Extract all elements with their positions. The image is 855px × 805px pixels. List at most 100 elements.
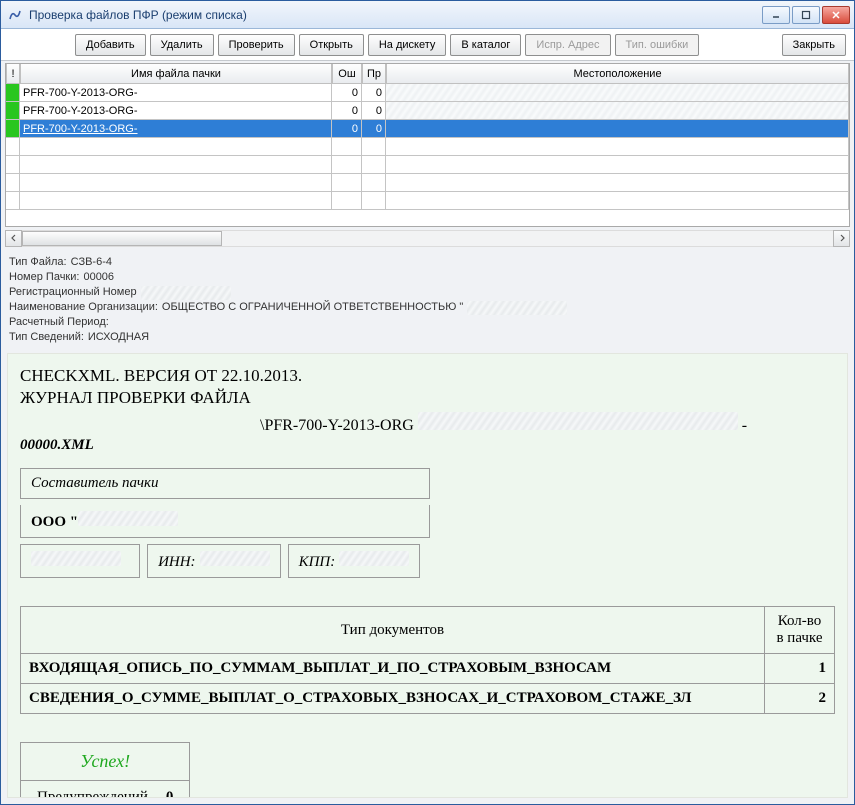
- table-row[interactable]: PFR-700-Y-2013-ORG-00: [6, 102, 849, 120]
- grid-header: ! Имя файла пачки Ош Пр Местоположение: [6, 64, 849, 84]
- row-location: [386, 156, 849, 173]
- doc-name: ВХОДЯЩАЯ_ОПИСЬ_ПО_СУММАМ_ВЫПЛАТ_И_ПО_СТР…: [21, 654, 765, 684]
- table-row: СВЕДЕНИЯ_О_СУММЕ_ВЫПЛАТ_О_СТРАХОВЫХ_ВЗНО…: [21, 684, 835, 714]
- report-title: CHECKXML. ВЕРСИЯ ОТ 22.10.2013.: [20, 366, 835, 386]
- toolbar: Добавить Удалить Проверить Открыть На ди…: [1, 29, 854, 61]
- grid-body: PFR-700-Y-2013-ORG-00PFR-700-Y-2013-ORG-…: [6, 84, 849, 226]
- report-subtitle: ЖУРНАЛ ПРОВЕРКИ ФАЙЛА: [20, 388, 835, 408]
- close-button[interactable]: Закрыть: [782, 34, 846, 56]
- row-errors: [332, 138, 362, 155]
- check-report: CHECKXML. ВЕРСИЯ ОТ 22.10.2013. ЖУРНАЛ П…: [7, 353, 848, 798]
- delete-button[interactable]: Удалить: [150, 34, 214, 56]
- file-type-label: Тип Файла:: [9, 255, 67, 270]
- table-row: [6, 192, 849, 210]
- row-location: [386, 174, 849, 191]
- count-header: Кол-во в пачке: [765, 607, 835, 654]
- redacted-box-1: [20, 544, 140, 578]
- app-icon: [7, 7, 23, 23]
- row-marker: [6, 138, 20, 155]
- row-location: [386, 102, 849, 119]
- row-location: [386, 138, 849, 155]
- row-warnings: [362, 192, 386, 209]
- row-filename: [20, 174, 332, 191]
- redacted-compiler: [78, 511, 178, 526]
- row-warnings: [362, 138, 386, 155]
- row-marker: [6, 102, 20, 119]
- kpp-box: КПП:: [288, 544, 421, 578]
- row-filename: [20, 156, 332, 173]
- redacted-kpp: [339, 551, 409, 566]
- info-type-label: Тип Сведений:: [9, 330, 84, 345]
- period-label: Расчетный Период:: [9, 315, 109, 330]
- row-errors: [332, 156, 362, 173]
- app-window: Проверка файлов ПФР (режим списка) Добав…: [0, 0, 855, 805]
- table-row: ВХОДЯЩАЯ_ОПИСЬ_ПО_СУММАМ_ВЫПЛАТ_И_ПО_СТР…: [21, 654, 835, 684]
- col-marker[interactable]: !: [6, 64, 20, 84]
- row-warnings: [362, 174, 386, 191]
- col-warnings[interactable]: Пр: [362, 64, 386, 84]
- file-metadata: Тип Файла: СЗВ-6-4 Номер Пачки: 00006 Ре…: [9, 255, 846, 345]
- row-marker: [6, 120, 20, 137]
- row-marker: [6, 192, 20, 209]
- scroll-right-icon[interactable]: [833, 230, 850, 247]
- row-warnings: 0: [362, 102, 386, 119]
- warnings-box: Предупреждений 0: [20, 781, 190, 798]
- scroll-thumb[interactable]: [22, 231, 222, 246]
- row-location: [386, 120, 849, 137]
- redacted-regno: [141, 286, 231, 300]
- compiler-name-box: ООО ": [20, 505, 430, 538]
- titlebar: Проверка файлов ПФР (режим списка): [1, 1, 854, 29]
- row-filename: PFR-700-Y-2013-ORG-: [20, 84, 332, 101]
- file-grid: ! Имя файла пачки Ош Пр Местоположение P…: [5, 63, 850, 227]
- col-filename[interactable]: Имя файла пачки: [20, 64, 332, 84]
- redacted-org: [467, 301, 567, 315]
- row-marker: [6, 156, 20, 173]
- row-errors: [332, 192, 362, 209]
- info-type-value: ИСХОДНАЯ: [88, 330, 149, 345]
- doc-count: 1: [765, 654, 835, 684]
- org-label: Наименование Организации:: [9, 300, 158, 315]
- catalog-button[interactable]: В каталог: [450, 34, 521, 56]
- row-filename: [20, 138, 332, 155]
- table-row[interactable]: PFR-700-Y-2013-ORG-00: [6, 84, 849, 102]
- row-filename: [20, 192, 332, 209]
- maximize-button[interactable]: [792, 6, 820, 24]
- col-errors[interactable]: Ош: [332, 64, 362, 84]
- col-location[interactable]: Местоположение: [386, 64, 849, 84]
- scroll-track[interactable]: [22, 230, 833, 247]
- close-window-button[interactable]: [822, 6, 850, 24]
- fix-address-button: Испр. Адрес: [525, 34, 610, 56]
- org-value: ОБЩЕСТВО С ОГРАНИЧЕННОЙ ОТВЕТСТВЕННОСТЬЮ…: [162, 300, 463, 315]
- grid-h-scrollbar[interactable]: [5, 229, 850, 247]
- success-badge: Успех!: [20, 742, 190, 781]
- row-warnings: 0: [362, 84, 386, 101]
- row-errors: 0: [332, 84, 362, 101]
- pack-no-value: 00006: [83, 270, 114, 285]
- redacted-path: [418, 412, 738, 430]
- minimize-button[interactable]: [762, 6, 790, 24]
- file-type-value: СЗВ-6-4: [71, 255, 112, 270]
- status-block: Успех! Предупреждений 0: [20, 742, 835, 798]
- doc-count: 2: [765, 684, 835, 714]
- open-button[interactable]: Открыть: [299, 34, 364, 56]
- table-row: [6, 138, 849, 156]
- window-title: Проверка файлов ПФР (режим списка): [29, 8, 762, 22]
- report-filepath: \PFR-700-Y-2013-ORG: [260, 417, 414, 435]
- row-errors: 0: [332, 102, 362, 119]
- redacted-inn: [200, 551, 270, 566]
- reg-no-label: Регистрационный Номер: [9, 285, 137, 300]
- row-location: [386, 84, 849, 101]
- row-location: [386, 192, 849, 209]
- table-row[interactable]: PFR-700-Y-2013-ORG-00: [6, 120, 849, 138]
- check-button[interactable]: Проверить: [218, 34, 295, 56]
- row-errors: [332, 174, 362, 191]
- floppy-button[interactable]: На дискету: [368, 34, 447, 56]
- compiler-label-box: Составитель пачки: [20, 468, 430, 499]
- add-button[interactable]: Добавить: [75, 34, 146, 56]
- row-errors: 0: [332, 120, 362, 137]
- inn-box: ИНН:: [147, 544, 281, 578]
- row-marker: [6, 174, 20, 191]
- row-marker: [6, 84, 20, 101]
- scroll-left-icon[interactable]: [5, 230, 22, 247]
- row-warnings: [362, 156, 386, 173]
